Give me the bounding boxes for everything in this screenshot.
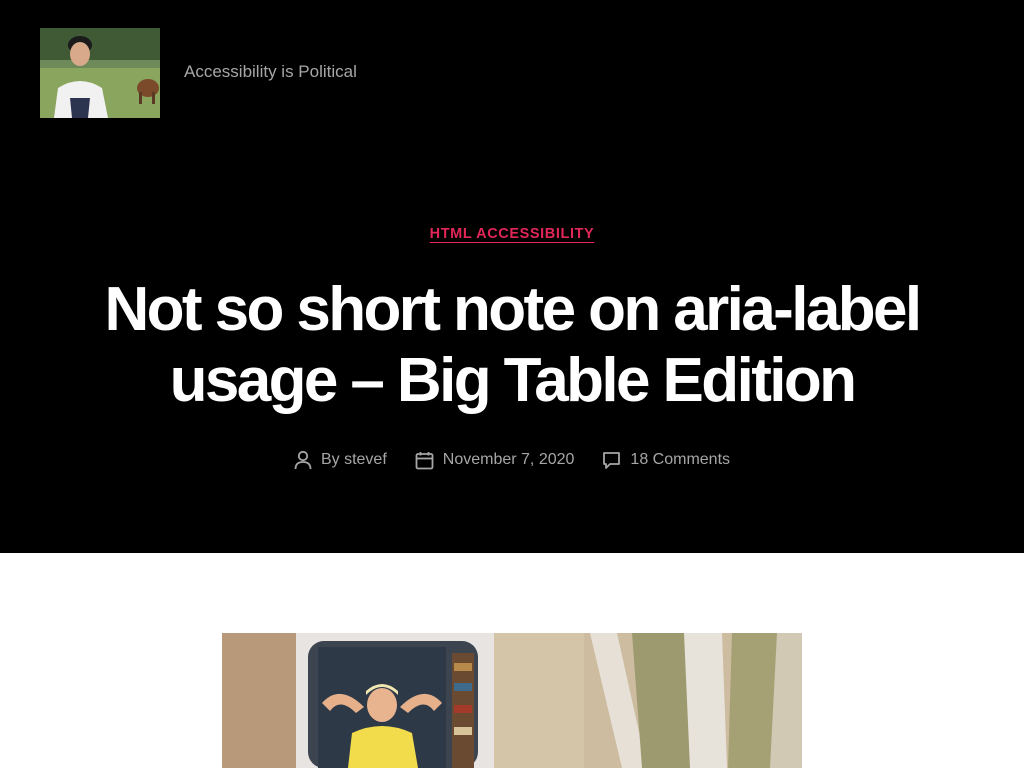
post-meta: By stevef November 7, 2020 18 Comments xyxy=(0,450,1024,470)
comment-icon xyxy=(603,451,621,469)
featured-image xyxy=(222,633,802,768)
featured-photo xyxy=(222,633,802,768)
calendar-icon xyxy=(415,451,434,469)
user-icon xyxy=(294,450,312,470)
post-author: By stevef xyxy=(294,450,387,470)
date-link[interactable]: November 7, 2020 xyxy=(443,451,575,469)
category-link[interactable]: HTML ACCESSIBILITY xyxy=(430,226,595,242)
site-tagline[interactable]: Accessibility is Political xyxy=(184,62,357,82)
site-logo-link[interactable] xyxy=(40,28,160,118)
post-date: November 7, 2020 xyxy=(415,451,575,470)
author-link[interactable]: By stevef xyxy=(321,451,387,469)
site-logo-image xyxy=(40,28,160,118)
post-title: Not so short note on aria-label usage – … xyxy=(104,275,922,415)
post-comments: 18 Comments xyxy=(602,451,730,470)
site-header: Accessibility is Political HTML ACCESSIB… xyxy=(0,0,1024,553)
comments-link[interactable]: 18 Comments xyxy=(630,451,730,469)
post-category: HTML ACCESSIBILITY xyxy=(0,225,1024,243)
